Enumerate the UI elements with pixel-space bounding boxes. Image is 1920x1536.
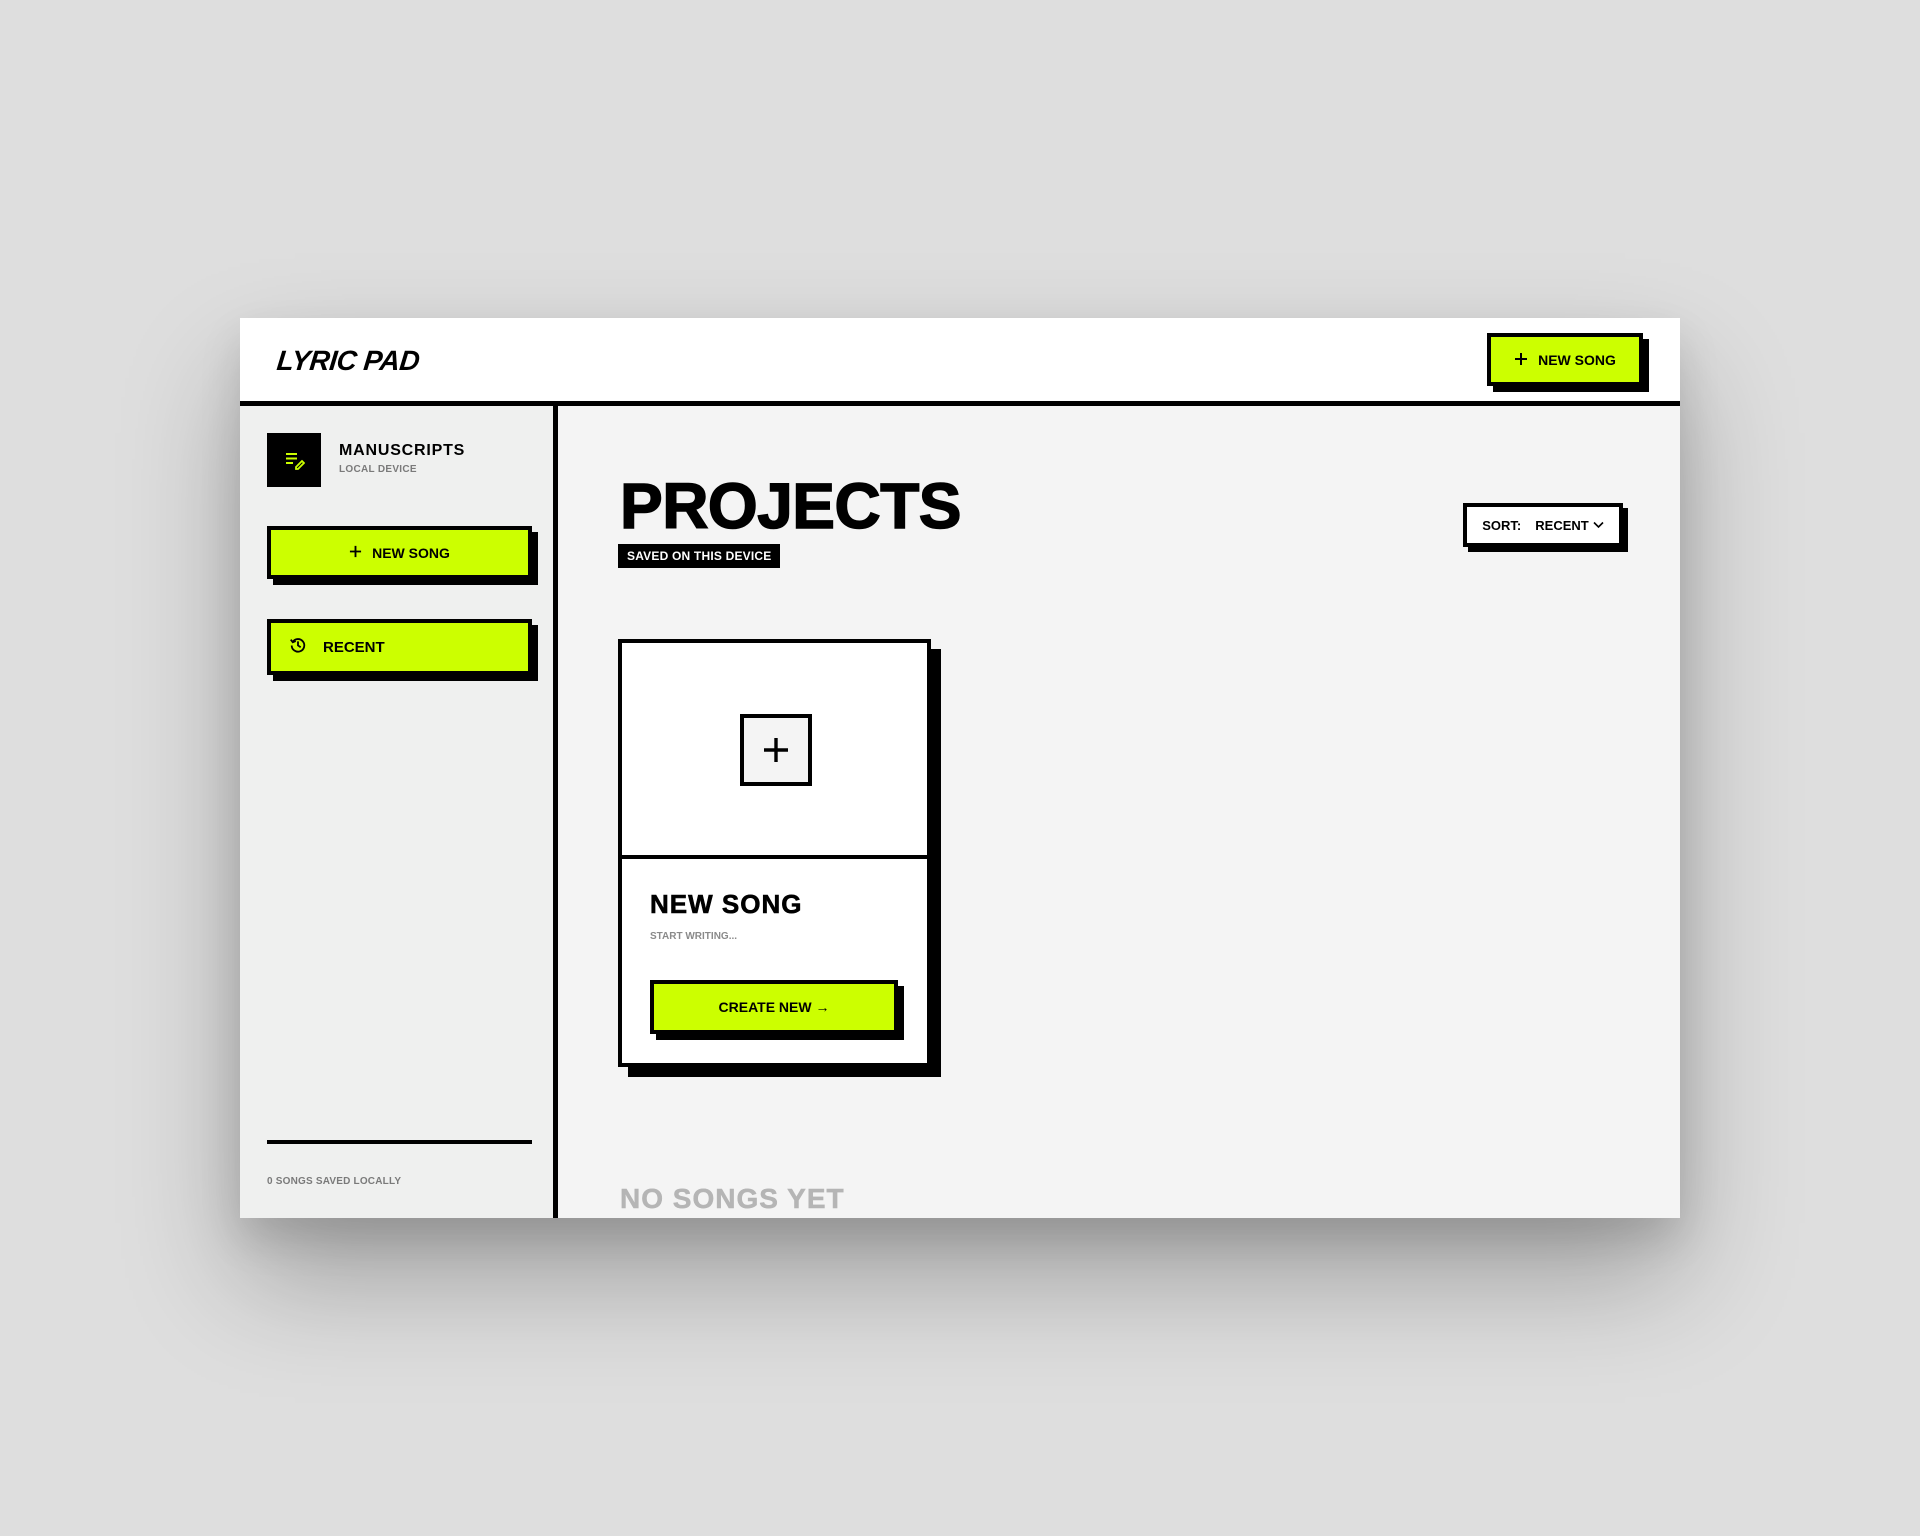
header-new-song-label: NEW SONG <box>1538 351 1616 368</box>
empty-state-title: NO SONGS YET <box>620 1183 845 1215</box>
sidebar-new-song-button[interactable]: NEW SONG <box>267 526 532 579</box>
top-bar: LYRIC PAD NEW SONG <box>240 318 1680 406</box>
sidebar-brand-title: MANUSCRIPTS <box>339 442 466 459</box>
status-badge: SAVED ON THIS DEVICE <box>618 544 781 568</box>
sidebar-new-song-label: NEW SONG <box>372 544 450 561</box>
plus-icon <box>1514 350 1528 370</box>
app-window: LYRIC PAD NEW SONG MANUSCRIPTS LOCAL DEV… <box>240 318 1680 1218</box>
sort-label: SORT: <box>1482 517 1522 533</box>
plus-icon <box>349 545 362 561</box>
sidebar-recent-label: RECENT <box>323 638 385 656</box>
page-title: PROJECTS <box>619 469 962 543</box>
create-new-button[interactable]: CREATE NEW → <box>650 980 898 1034</box>
history-icon <box>289 636 307 658</box>
card-preview <box>622 643 927 859</box>
plus-icon[interactable] <box>740 714 812 786</box>
sort-value: RECENT <box>1535 517 1589 533</box>
sidebar: MANUSCRIPTS LOCAL DEVICE NEW SONG RECENT… <box>240 406 558 1218</box>
sidebar-divider <box>267 1140 532 1144</box>
app-logo[interactable]: LYRIC PAD <box>275 345 421 377</box>
sidebar-brand-subtitle: LOCAL DEVICE <box>339 464 417 475</box>
new-song-card[interactable]: NEW SONG START WRITING... CREATE NEW → <box>618 639 931 1067</box>
card-title: NEW SONG <box>650 889 803 920</box>
sidebar-item-recent[interactable]: RECENT <box>267 619 532 675</box>
chevron-down-icon <box>1593 521 1604 529</box>
sort-dropdown[interactable]: SORT: RECENT <box>1463 503 1623 547</box>
card-subtitle: START WRITING... <box>650 931 738 942</box>
header-new-song-button[interactable]: NEW SONG <box>1487 333 1643 386</box>
main-content: PROJECTS SAVED ON THIS DEVICE SORT: RECE… <box>563 411 1680 1218</box>
songs-count: 0 SONGS SAVED LOCALLY <box>267 1176 402 1187</box>
edit-note-icon <box>267 433 321 487</box>
